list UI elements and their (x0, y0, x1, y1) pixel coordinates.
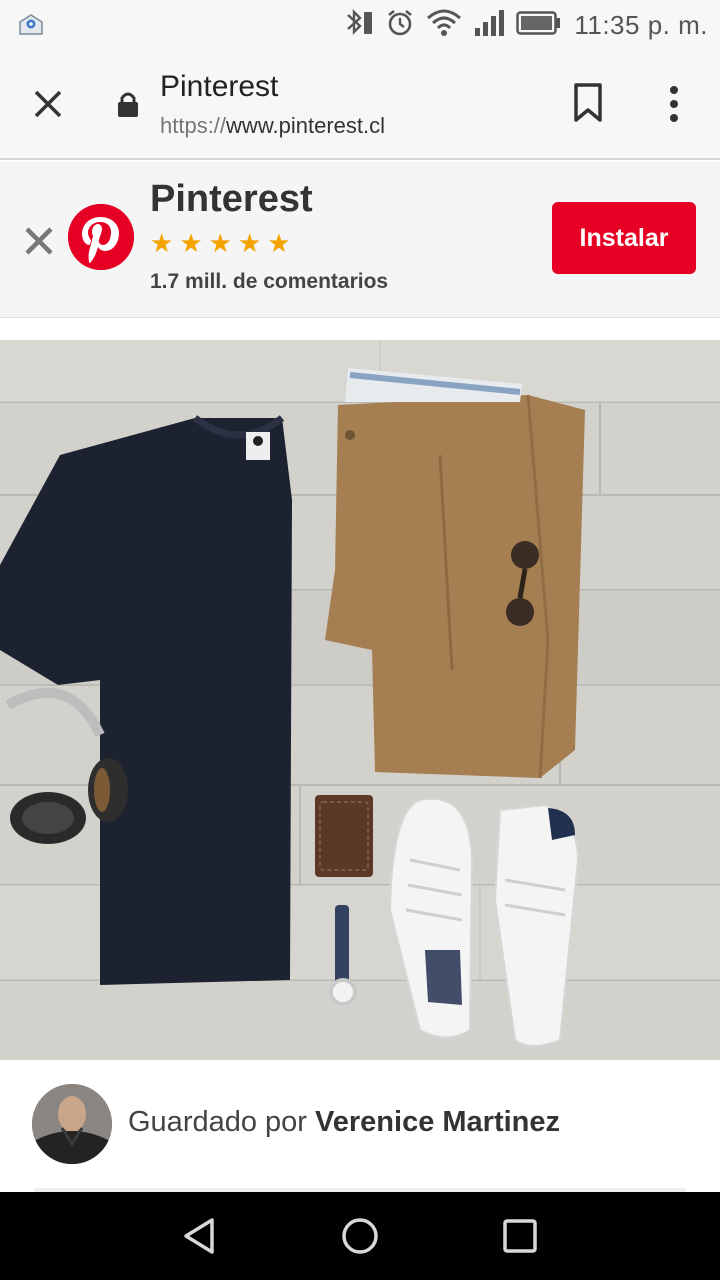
star-icon: ★ (237, 228, 262, 258)
avatar[interactable] (32, 1084, 112, 1164)
star-icon: ★ (150, 228, 174, 258)
more-vert-icon[interactable] (662, 84, 686, 124)
saved-by-prefix: Guardado por (128, 1106, 316, 1138)
dismiss-banner-icon[interactable] (22, 224, 56, 258)
url-scheme: https:// (160, 113, 227, 138)
page-url: https://www.pinterest.cl (160, 113, 385, 139)
wifi-icon (426, 8, 462, 43)
app-install-banner: Pinterest ★ ★ ★ ★ ★ 1.7 mill. de comentarios… (0, 162, 720, 318)
battery-icon (516, 10, 562, 41)
star-icon: ★ (179, 228, 203, 258)
status-bar: 11:35 p. m. (0, 0, 720, 50)
pinterest-logo-icon (68, 204, 134, 270)
saved-by-name[interactable]: Verenice Martinez (315, 1106, 560, 1138)
bookmark-icon[interactable] (570, 82, 606, 124)
alarm-icon (386, 8, 414, 43)
email-notification-icon (18, 12, 44, 36)
url-host: www.pinterest.cl (226, 113, 385, 138)
lock-icon (116, 90, 140, 118)
close-icon[interactable] (28, 84, 68, 124)
home-icon[interactable] (338, 1214, 382, 1258)
saved-by-row[interactable]: Guardado por Verenice Martinez (0, 1060, 720, 1192)
custom-tab-toolbar: Pinterest https://www.pinterest.cl (0, 50, 720, 160)
banner-app-name: Pinterest (150, 178, 313, 220)
pin-image[interactable] (0, 340, 720, 1060)
back-icon[interactable] (178, 1214, 222, 1258)
recents-icon[interactable] (498, 1214, 542, 1258)
signal-icon (474, 8, 505, 43)
page-title: Pinterest (160, 70, 279, 103)
status-time: 11:35 p. m. (574, 9, 708, 40)
rating-stars: ★ ★ ★ ★ ★ (150, 228, 291, 258)
saved-by-text: Guardado por Verenice Martinez (128, 1106, 560, 1139)
install-button[interactable]: Instalar (552, 202, 696, 274)
bluetooth-icon (340, 8, 374, 43)
star-icon: ★ (267, 228, 291, 258)
star-icon: ★ (208, 228, 232, 258)
system-nav-bar (0, 1192, 720, 1280)
review-count: 1.7 mill. de comentarios (150, 270, 389, 293)
